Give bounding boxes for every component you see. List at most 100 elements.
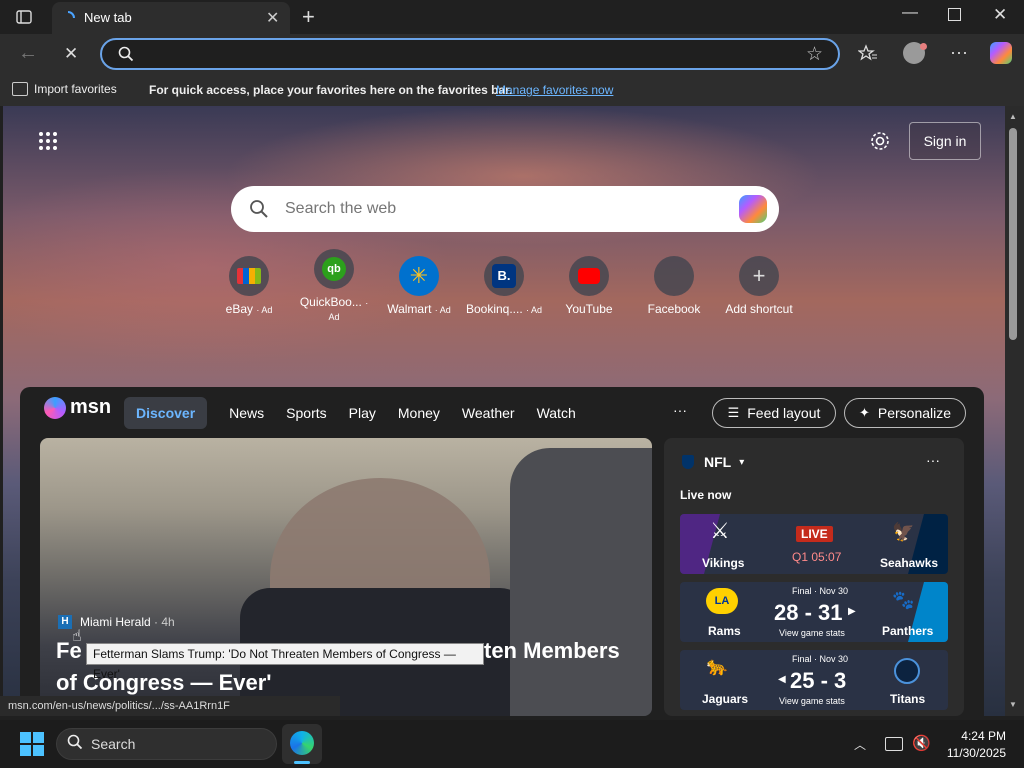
shortcut-label: Walmart — [387, 302, 432, 316]
tab-actions-icon[interactable] — [14, 8, 34, 26]
team-home: Jaguars — [702, 692, 749, 706]
game-final-date: Final · Nov 30 — [792, 654, 849, 664]
sign-in-button[interactable]: Sign in — [909, 122, 981, 160]
network-icon[interactable] — [885, 737, 903, 751]
windows-start-icon[interactable] — [20, 732, 44, 761]
hero-headline-line2[interactable]: of Congress — Ever' — [56, 670, 272, 696]
favorite-star-icon[interactable]: ☆ — [806, 43, 823, 66]
titans-logo-icon — [894, 658, 920, 684]
shortcut-label: Facebook — [647, 302, 701, 316]
minimize-icon[interactable]: — — [902, 4, 918, 22]
shortcut-label: QuickBoo... — [299, 295, 362, 309]
plus-icon: + — [739, 256, 779, 296]
manage-favorites-link[interactable]: Manage favorites now — [496, 83, 613, 97]
import-favorites-button[interactable]: Import favorites — [12, 82, 117, 96]
game-row-jaguars-titans[interactable]: 🐆 Jaguars Final · Nov 30 ◀ 25 - 3 View g… — [680, 650, 948, 710]
booking-icon: B. — [484, 256, 524, 296]
scroll-down-icon[interactable]: ▼ — [1009, 700, 1017, 709]
sliders-icon: ☰ — [727, 405, 740, 420]
live-badge: LIVE — [796, 526, 833, 542]
feed-layout-button[interactable]: ☰ Feed layout — [712, 398, 836, 428]
headline-tooltip: Fetterman Slams Trump: 'Do Not Threaten … — [86, 643, 484, 681]
tab-money[interactable]: Money — [398, 405, 440, 421]
view-game-stats-link[interactable]: View game stats — [779, 696, 845, 706]
game-row-rams-panthers[interactable]: LA Rams Final · Nov 30 28 - 31 ▶ View ga… — [680, 582, 948, 642]
msn-logo[interactable]: msn — [44, 396, 111, 419]
hero-age: · 4h — [154, 615, 175, 629]
team-home: Rams — [708, 624, 741, 638]
tab-discover[interactable]: Discover — [124, 396, 208, 429]
copilot-icon[interactable] — [990, 42, 1012, 64]
ebay-icon — [229, 256, 269, 296]
panthers-logo-icon: 🐾 — [892, 590, 915, 610]
more-menu-icon[interactable]: ··· — [950, 42, 968, 63]
view-game-stats-link[interactable]: View game stats — [779, 628, 845, 638]
new-tab-icon[interactable]: + — [302, 4, 315, 30]
game-clock: Q1 05:07 — [792, 550, 842, 564]
game-row-vikings-seahawks[interactable]: ⚔ Vikings LIVE Q1 05:07 🦅 Seahawks — [680, 514, 948, 574]
web-search-box[interactable] — [231, 186, 779, 232]
back-icon[interactable]: ← — [18, 42, 38, 65]
shortcut-facebook[interactable]: Facebook — [634, 256, 714, 316]
ad-badge: · Ad — [526, 305, 543, 315]
shortcut-booking[interactable]: B. Bookinq.... · Ad — [464, 256, 544, 316]
mouse-cursor-icon: ☝ — [72, 628, 82, 645]
tab-watch[interactable]: Watch — [537, 405, 576, 421]
search-icon — [118, 46, 134, 67]
shortcut-label: Add shortcut — [725, 302, 793, 316]
shortcut-walmart[interactable]: ✳ Walmart · Ad — [379, 256, 459, 316]
game-score: 28 - 31 — [774, 600, 843, 625]
tab-sports[interactable]: Sports — [286, 405, 326, 421]
scroll-up-icon[interactable]: ▲ — [1009, 112, 1017, 121]
shortcut-quickbooks[interactable]: qb QuickBoo... · Ad — [294, 249, 374, 323]
tab-play[interactable]: Play — [349, 405, 376, 421]
clock-time[interactable]: 4:24 PM — [958, 729, 1006, 743]
nfl-title: NFL — [704, 454, 732, 470]
team-home: Vikings — [702, 556, 745, 570]
favorites-icon[interactable] — [857, 44, 878, 67]
add-shortcut-button[interactable]: + Add shortcut — [719, 256, 799, 316]
shortcuts-row: eBay · Ad qb QuickBoo... · Ad ✳ Walmart … — [209, 249, 799, 323]
nfl-header[interactable]: NFL ▾ — [682, 454, 744, 470]
profile-notification-dot — [920, 43, 927, 50]
favorites-bar-message: For quick access, place your favorites h… — [149, 83, 513, 97]
nfl-more-icon[interactable]: ··· — [926, 452, 940, 468]
clock-date[interactable]: 11/30/2025 — [940, 746, 1006, 760]
close-window-icon[interactable]: ✕ — [993, 5, 1007, 25]
scrollbar-thumb[interactable] — [1009, 128, 1017, 340]
personalize-button[interactable]: ✦ Personalize — [844, 398, 966, 428]
taskbar-search-box[interactable]: Search — [56, 728, 277, 760]
copilot-search-icon[interactable] — [739, 195, 767, 223]
tab-new-tab[interactable]: New tab ✕ — [52, 2, 290, 34]
feed-more-icon[interactable]: ··· — [673, 402, 687, 418]
volume-muted-icon[interactable]: 🔇 — [912, 734, 931, 752]
shortcut-ebay[interactable]: eBay · Ad — [209, 256, 289, 316]
hero-photo-right-person — [510, 448, 652, 716]
taskbar-search-label: Search — [91, 736, 136, 752]
address-input[interactable] — [142, 44, 782, 64]
rams-logo-icon: LA — [706, 588, 738, 614]
team-away: Titans — [890, 692, 926, 706]
tab-weather[interactable]: Weather — [462, 405, 515, 421]
shortcut-youtube[interactable]: YouTube — [549, 256, 629, 316]
restore-icon[interactable] — [948, 8, 961, 21]
web-search-input[interactable] — [285, 198, 705, 220]
feed-layout-label: Feed layout — [747, 405, 821, 421]
quickbooks-icon: qb — [314, 249, 354, 289]
youtube-icon — [569, 256, 609, 296]
hero-source-name: Miami Herald — [80, 615, 151, 629]
shortcut-label: eBay — [225, 302, 253, 316]
hero-headline-tail[interactable]: ten Members — [484, 638, 620, 664]
winner-arrow-icon: ▶ — [848, 606, 856, 617]
shortcut-label: Bookinq.... — [465, 302, 523, 316]
stop-loading-icon[interactable]: ✕ — [64, 44, 78, 64]
address-bar[interactable]: ☆ — [100, 38, 840, 70]
hero-article-card[interactable]: H Miami Herald · 4h Fe ten Members of Co… — [40, 438, 652, 716]
settings-gear-icon[interactable] — [869, 130, 891, 157]
chevron-up-icon[interactable]: ︿ — [854, 736, 866, 753]
tab-news[interactable]: News — [229, 405, 264, 421]
tab-close-icon[interactable]: ✕ — [266, 8, 279, 28]
apps-grid-icon[interactable] — [38, 131, 58, 156]
status-bar-url: msn.com/en-us/news/politics/.../ss-AA1Rr… — [0, 696, 340, 716]
vikings-logo-icon: ⚔ — [710, 518, 730, 543]
